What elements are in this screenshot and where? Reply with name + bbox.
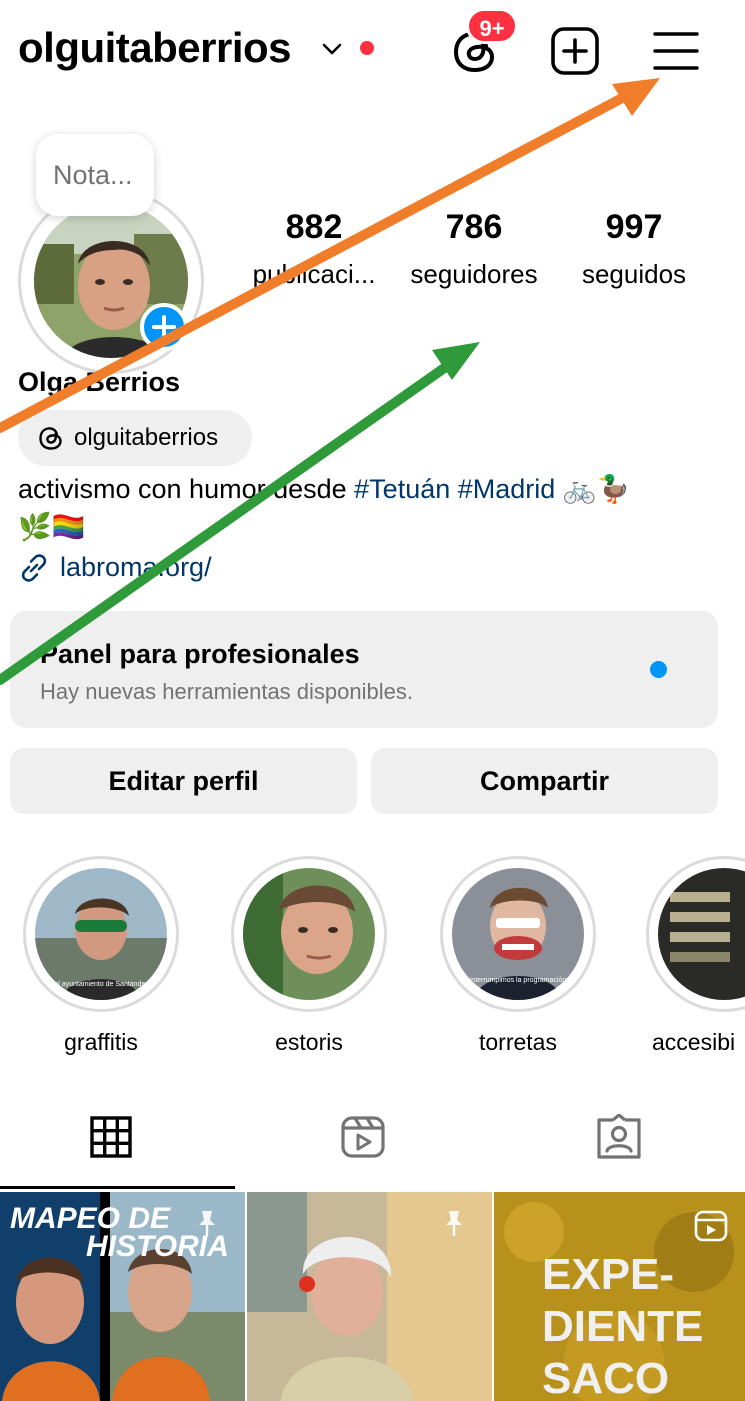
highlight-photo bbox=[658, 868, 745, 1000]
post-grid: MAPEO DE HISTORIA EXPE- DIENTE SACO bbox=[0, 1192, 745, 1401]
professional-dashboard[interactable]: Panel para profesionales Hay nuevas herr… bbox=[10, 611, 718, 728]
reel-icon bbox=[694, 1210, 728, 1242]
highlight-photo: el ayuntamiento de Santander bbox=[35, 868, 167, 1000]
full-name: Olga Berrios bbox=[18, 367, 181, 397]
tagged-icon bbox=[597, 1114, 641, 1159]
top-bar: olguitaberrios 9+ bbox=[0, 0, 745, 100]
menu-icon[interactable] bbox=[652, 28, 700, 74]
hashtag-madrid[interactable]: #Madrid bbox=[458, 474, 556, 504]
highlight-graffitis[interactable]: el ayuntamiento de Santander graffitis bbox=[21, 856, 181, 1056]
highlight-label: estoris bbox=[275, 1029, 343, 1055]
threads-badge: 9+ bbox=[466, 8, 518, 44]
highlight-ring: interrumpimos la programación bbox=[440, 856, 596, 1012]
tab-tagged[interactable] bbox=[494, 1110, 742, 1188]
highlight-accesibi[interactable]: accesibi bbox=[646, 856, 745, 1056]
post-thumbnail[interactable]: MAPEO DE HISTORIA bbox=[0, 1192, 245, 1401]
panel-subtitle: Hay nuevas herramientas disponibles. bbox=[40, 679, 413, 704]
post-title-line1: EXPE- bbox=[542, 1250, 675, 1299]
grid-icon bbox=[90, 1116, 132, 1158]
highlight-label: accesibi bbox=[652, 1029, 736, 1055]
threads-profile-link[interactable]: olguitaberrios bbox=[18, 410, 252, 466]
profile-tabs bbox=[0, 1110, 745, 1189]
stat-followers-label: seguidores bbox=[410, 259, 538, 289]
username-title[interactable]: olguitaberrios bbox=[18, 24, 292, 72]
highlight-label: graffitis bbox=[64, 1029, 138, 1055]
stat-posts-value: 882 bbox=[285, 208, 343, 246]
add-story-button[interactable] bbox=[140, 303, 188, 351]
tab-reels[interactable] bbox=[238, 1110, 486, 1188]
link-icon bbox=[21, 554, 47, 582]
hashtag-tetuan[interactable]: #Tetuán bbox=[354, 474, 450, 504]
note-bubble[interactable]: Nota... bbox=[36, 134, 154, 216]
highlight-photo: interrumpimos la programación bbox=[452, 868, 584, 1000]
highlight-caption: el ayuntamiento de Santander bbox=[54, 981, 148, 988]
highlight-caption: interrumpimos la programación bbox=[470, 977, 567, 984]
panel-title: Panel para profesionales bbox=[40, 639, 360, 669]
highlight-torretas[interactable]: interrumpimos la programación torretas bbox=[438, 856, 598, 1056]
pin-icon bbox=[446, 1211, 462, 1236]
post-thumbnail[interactable] bbox=[247, 1192, 492, 1401]
highlight-cover: interrumpimos la programación bbox=[452, 868, 584, 1000]
bio-emoji: 🚲🦆 bbox=[562, 474, 631, 504]
stat-following-label: seguidos bbox=[581, 259, 687, 289]
highlight-cover bbox=[658, 868, 745, 1000]
active-tab-indicator bbox=[0, 1186, 235, 1189]
highlight-cover bbox=[243, 868, 375, 1000]
highlight-label: torretas bbox=[479, 1029, 557, 1055]
link-text[interactable]: labroma.org/ bbox=[60, 552, 212, 583]
highlight-photo bbox=[243, 868, 375, 1000]
bio: activismo con humor desde #Tetuán #Madri… bbox=[18, 470, 728, 546]
threads-icon bbox=[39, 427, 62, 450]
edit-profile-button[interactable]: Editar perfil bbox=[10, 748, 357, 814]
reels-icon bbox=[341, 1116, 385, 1158]
stat-posts-label: publicaci... bbox=[252, 259, 376, 289]
share-profile-button[interactable]: Compartir bbox=[371, 748, 718, 814]
bio-emoji-line2: 🌿🏳️‍🌈 bbox=[18, 512, 86, 542]
post-title-line2: DIENTE bbox=[542, 1302, 704, 1351]
tab-posts[interactable] bbox=[0, 1110, 235, 1189]
new-indicator-dot bbox=[650, 661, 667, 678]
post-thumbnail[interactable]: EXPE- DIENTE SACO bbox=[494, 1192, 745, 1401]
green-arrow-head bbox=[432, 342, 480, 380]
highlight-ring: el ayuntamiento de Santander bbox=[23, 856, 179, 1012]
add-post-icon[interactable] bbox=[550, 26, 600, 76]
stat-following[interactable]: 997 seguidos bbox=[570, 208, 698, 290]
stat-followers[interactable]: 786 seguidores bbox=[400, 208, 548, 290]
pin-icon bbox=[199, 1211, 215, 1236]
chevron-down-icon[interactable] bbox=[320, 38, 344, 60]
threads-handle: olguitaberrios bbox=[74, 424, 219, 451]
highlight-cover: el ayuntamiento de Santander bbox=[35, 868, 167, 1000]
highlight-estoris[interactable]: estoris bbox=[229, 856, 389, 1056]
stat-posts[interactable]: 882 publicaci... bbox=[242, 208, 386, 290]
bio-text: activismo con humor desde bbox=[18, 474, 355, 504]
unread-dot bbox=[360, 41, 374, 55]
highlight-ring bbox=[646, 856, 745, 1012]
plus-icon bbox=[152, 315, 176, 339]
highlight-ring bbox=[231, 856, 387, 1012]
stat-following-value: 997 bbox=[605, 208, 663, 246]
stat-followers-value: 786 bbox=[445, 208, 503, 246]
post-title-line3: SACO bbox=[542, 1354, 670, 1401]
